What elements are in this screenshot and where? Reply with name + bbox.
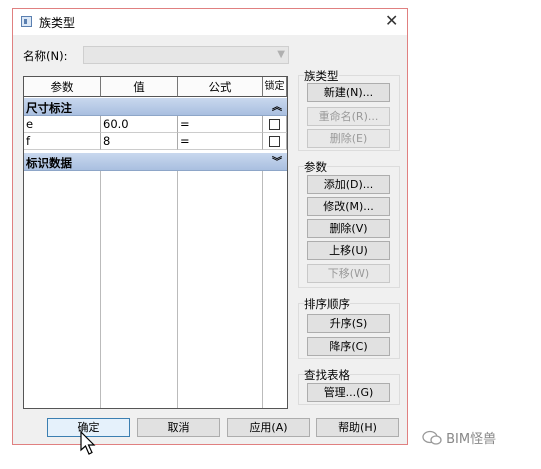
new-type-button[interactable]: 新建(N)... (307, 83, 390, 102)
delete-type-button[interactable]: 删除(E) (307, 129, 390, 148)
cell-lock-e (263, 116, 287, 133)
rename-type-button[interactable]: 重命名(R)... (307, 107, 390, 126)
delete-parameter-button[interactable]: 删除(V) (307, 219, 390, 238)
wechat-icon (422, 430, 442, 445)
column-divider (262, 171, 263, 408)
modify-parameter-button[interactable]: 修改(M)... (307, 197, 390, 216)
cell-param-e[interactable]: e (24, 116, 101, 133)
parameters-title: 参数 (304, 159, 327, 175)
close-icon[interactable]: ✕ (385, 11, 398, 30)
column-divider (177, 171, 178, 408)
group-header-dimensions[interactable]: 尺寸标注 ︽ (24, 98, 287, 116)
cell-value-f[interactable]: 8 (101, 133, 178, 150)
lock-checkbox[interactable] (269, 136, 280, 147)
title-bar: 族类型 ✕ (13, 9, 407, 35)
chevron-down-icon: ▼ (277, 49, 285, 60)
cell-formula-f[interactable]: = (178, 133, 263, 150)
mouse-pointer-icon (80, 431, 96, 455)
cancel-button[interactable]: 取消 (137, 418, 220, 437)
group-label: 标识数据 (26, 156, 72, 170)
col-header-value[interactable]: 值 (101, 77, 178, 97)
sort-order-title: 排序顺序 (304, 296, 350, 312)
group-label: 尺寸标注 (26, 101, 72, 115)
family-types-dialog: 族类型 ✕ 名称(N): ▼ 参数 值 公式 锁定 尺寸标注 ︽ e 60.0 … (12, 8, 408, 445)
parameter-grid: 参数 值 公式 锁定 尺寸标注 ︽ e 60.0 = f 8 = 标识数据 ︾ (23, 76, 288, 409)
name-label: 名称(N): (23, 49, 68, 63)
move-up-button[interactable]: 上移(U) (307, 241, 390, 260)
family-types-title: 族类型 (304, 68, 339, 84)
help-button[interactable]: 帮助(H) (316, 418, 399, 437)
dialog-title: 族类型 (39, 16, 76, 30)
col-header-formula[interactable]: 公式 (178, 77, 263, 97)
add-parameter-button[interactable]: 添加(D)... (307, 175, 390, 194)
name-dropdown[interactable]: ▼ (83, 46, 289, 64)
collapse-icon[interactable]: ︾ (272, 153, 282, 168)
cell-param-f[interactable]: f (24, 133, 101, 150)
column-divider (100, 171, 101, 408)
ascending-button[interactable]: 升序(S) (307, 314, 390, 333)
move-down-button[interactable]: 下移(W) (307, 264, 390, 283)
lock-checkbox[interactable] (269, 119, 280, 130)
watermark: BIM怪兽 (422, 428, 496, 447)
cell-formula-e[interactable]: = (178, 116, 263, 133)
group-header-identity-data[interactable]: 标识数据 ︾ (24, 153, 287, 171)
cell-value-e[interactable]: 60.0 (101, 116, 178, 133)
descending-button[interactable]: 降序(C) (307, 337, 390, 356)
cell-lock-f (263, 133, 287, 150)
manage-lookup-button[interactable]: 管理...(G) (307, 383, 390, 402)
lookup-tables-title: 查找表格 (304, 367, 350, 383)
collapse-icon[interactable]: ︽ (272, 98, 282, 113)
dialog-icon (21, 16, 32, 27)
col-header-param[interactable]: 参数 (24, 77, 101, 97)
watermark-text: BIM怪兽 (446, 432, 497, 447)
col-header-lock[interactable]: 锁定 (263, 77, 287, 97)
apply-button[interactable]: 应用(A) (227, 418, 310, 437)
